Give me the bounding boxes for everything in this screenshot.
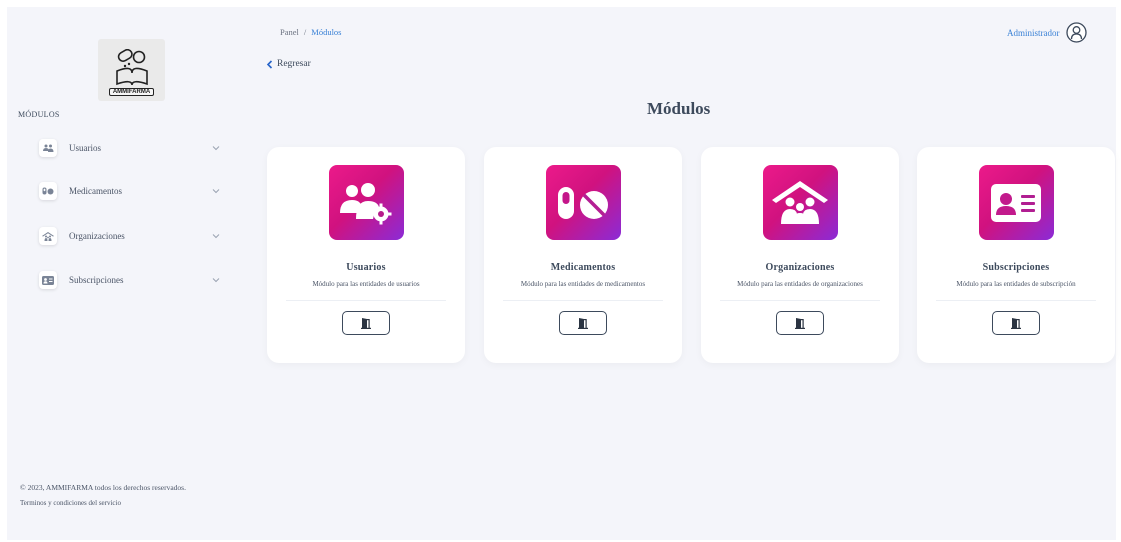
back-label: Regresar bbox=[277, 59, 311, 69]
sidebar-item-medicamentos[interactable]: Medicamentos bbox=[39, 180, 229, 202]
card-divider bbox=[720, 300, 880, 301]
sidebar: AMMIFARMA MÓDULOS Usuarios Medicamentos … bbox=[7, 7, 247, 540]
id-card-icon bbox=[978, 165, 1054, 240]
module-card-usuarios: Usuarios Módulo para las entidades de us… bbox=[267, 147, 465, 363]
sidebar-item-subscripciones[interactable]: Subscripciones bbox=[39, 269, 229, 291]
enter-module-button[interactable] bbox=[992, 311, 1040, 335]
enter-module-button[interactable] bbox=[559, 311, 607, 335]
enter-module-button[interactable] bbox=[776, 311, 824, 335]
user-name: Administrador bbox=[1007, 27, 1060, 38]
breadcrumb-root[interactable]: Panel bbox=[280, 27, 299, 37]
card-description: Módulo para las entidades de organizacio… bbox=[737, 280, 863, 288]
chevron-down-icon bbox=[212, 189, 220, 194]
breadcrumb-separator: / bbox=[303, 27, 307, 37]
user-menu[interactable]: Administrador bbox=[1007, 22, 1087, 43]
sidebar-item-label: Subscripciones bbox=[69, 275, 124, 285]
card-divider bbox=[286, 300, 446, 301]
sidebar-section-title: MÓDULOS bbox=[18, 110, 60, 119]
door-open-icon bbox=[361, 318, 371, 329]
card-title: Medicamentos bbox=[550, 262, 616, 273]
user-avatar-icon bbox=[1065, 22, 1087, 43]
organization-icon bbox=[39, 227, 57, 245]
card-description: Módulo para las entidades de medicamento… bbox=[520, 280, 646, 288]
sidebar-item-label: Usuarios bbox=[69, 143, 101, 153]
breadcrumb: Panel / Módulos bbox=[280, 27, 342, 37]
door-open-icon bbox=[1011, 318, 1021, 329]
card-description: Módulo para las entidades de subscripció… bbox=[956, 280, 1076, 288]
sidebar-item-label: Medicamentos bbox=[69, 186, 122, 196]
logo-text: AMMIFARMA bbox=[108, 88, 155, 96]
back-button[interactable]: Regresar bbox=[266, 59, 311, 69]
enter-module-button[interactable] bbox=[342, 311, 390, 335]
chevron-down-icon bbox=[212, 278, 220, 283]
card-title: Usuarios bbox=[346, 262, 386, 273]
card-title: Subscripciones bbox=[982, 262, 1050, 273]
card-divider bbox=[503, 300, 663, 301]
sidebar-item-organizaciones[interactable]: Organizaciones bbox=[39, 225, 229, 247]
breadcrumb-current: Módulos bbox=[311, 27, 342, 37]
sidebar-item-usuarios[interactable]: Usuarios bbox=[39, 137, 229, 159]
chevron-left-icon bbox=[266, 59, 273, 69]
terms-link[interactable]: Terminos y condiciones del servicio bbox=[20, 499, 121, 507]
id-card-icon bbox=[39, 271, 57, 289]
module-card-subscripciones: Subscripciones Módulo para las entidades… bbox=[917, 147, 1115, 363]
page-title: Módulos bbox=[647, 99, 711, 118]
organization-house-icon bbox=[762, 165, 838, 240]
pills-icon bbox=[39, 182, 57, 200]
logo-book-pills-icon bbox=[115, 49, 148, 86]
module-card-organizaciones: Organizaciones Módulo para las entidades… bbox=[701, 147, 899, 363]
users-icon bbox=[39, 139, 57, 157]
card-description: Módulo para las entidades de usuarios bbox=[312, 280, 420, 288]
module-card-medicamentos: Medicamentos Módulo para las entidades d… bbox=[484, 147, 682, 363]
users-gear-icon bbox=[328, 165, 404, 240]
logo[interactable]: AMMIFARMA bbox=[98, 39, 165, 101]
pills-icon bbox=[545, 165, 621, 240]
card-title: Organizaciones bbox=[765, 262, 835, 273]
copyright-text: © 2023, AMMIFARMA todos los derechos res… bbox=[20, 483, 186, 492]
door-open-icon bbox=[795, 318, 805, 329]
chevron-down-icon bbox=[212, 146, 220, 151]
sidebar-item-label: Organizaciones bbox=[69, 231, 125, 241]
card-divider bbox=[936, 300, 1096, 301]
app-frame: AMMIFARMA MÓDULOS Usuarios Medicamentos … bbox=[7, 7, 1116, 540]
door-open-icon bbox=[578, 318, 588, 329]
chevron-down-icon bbox=[212, 234, 220, 239]
